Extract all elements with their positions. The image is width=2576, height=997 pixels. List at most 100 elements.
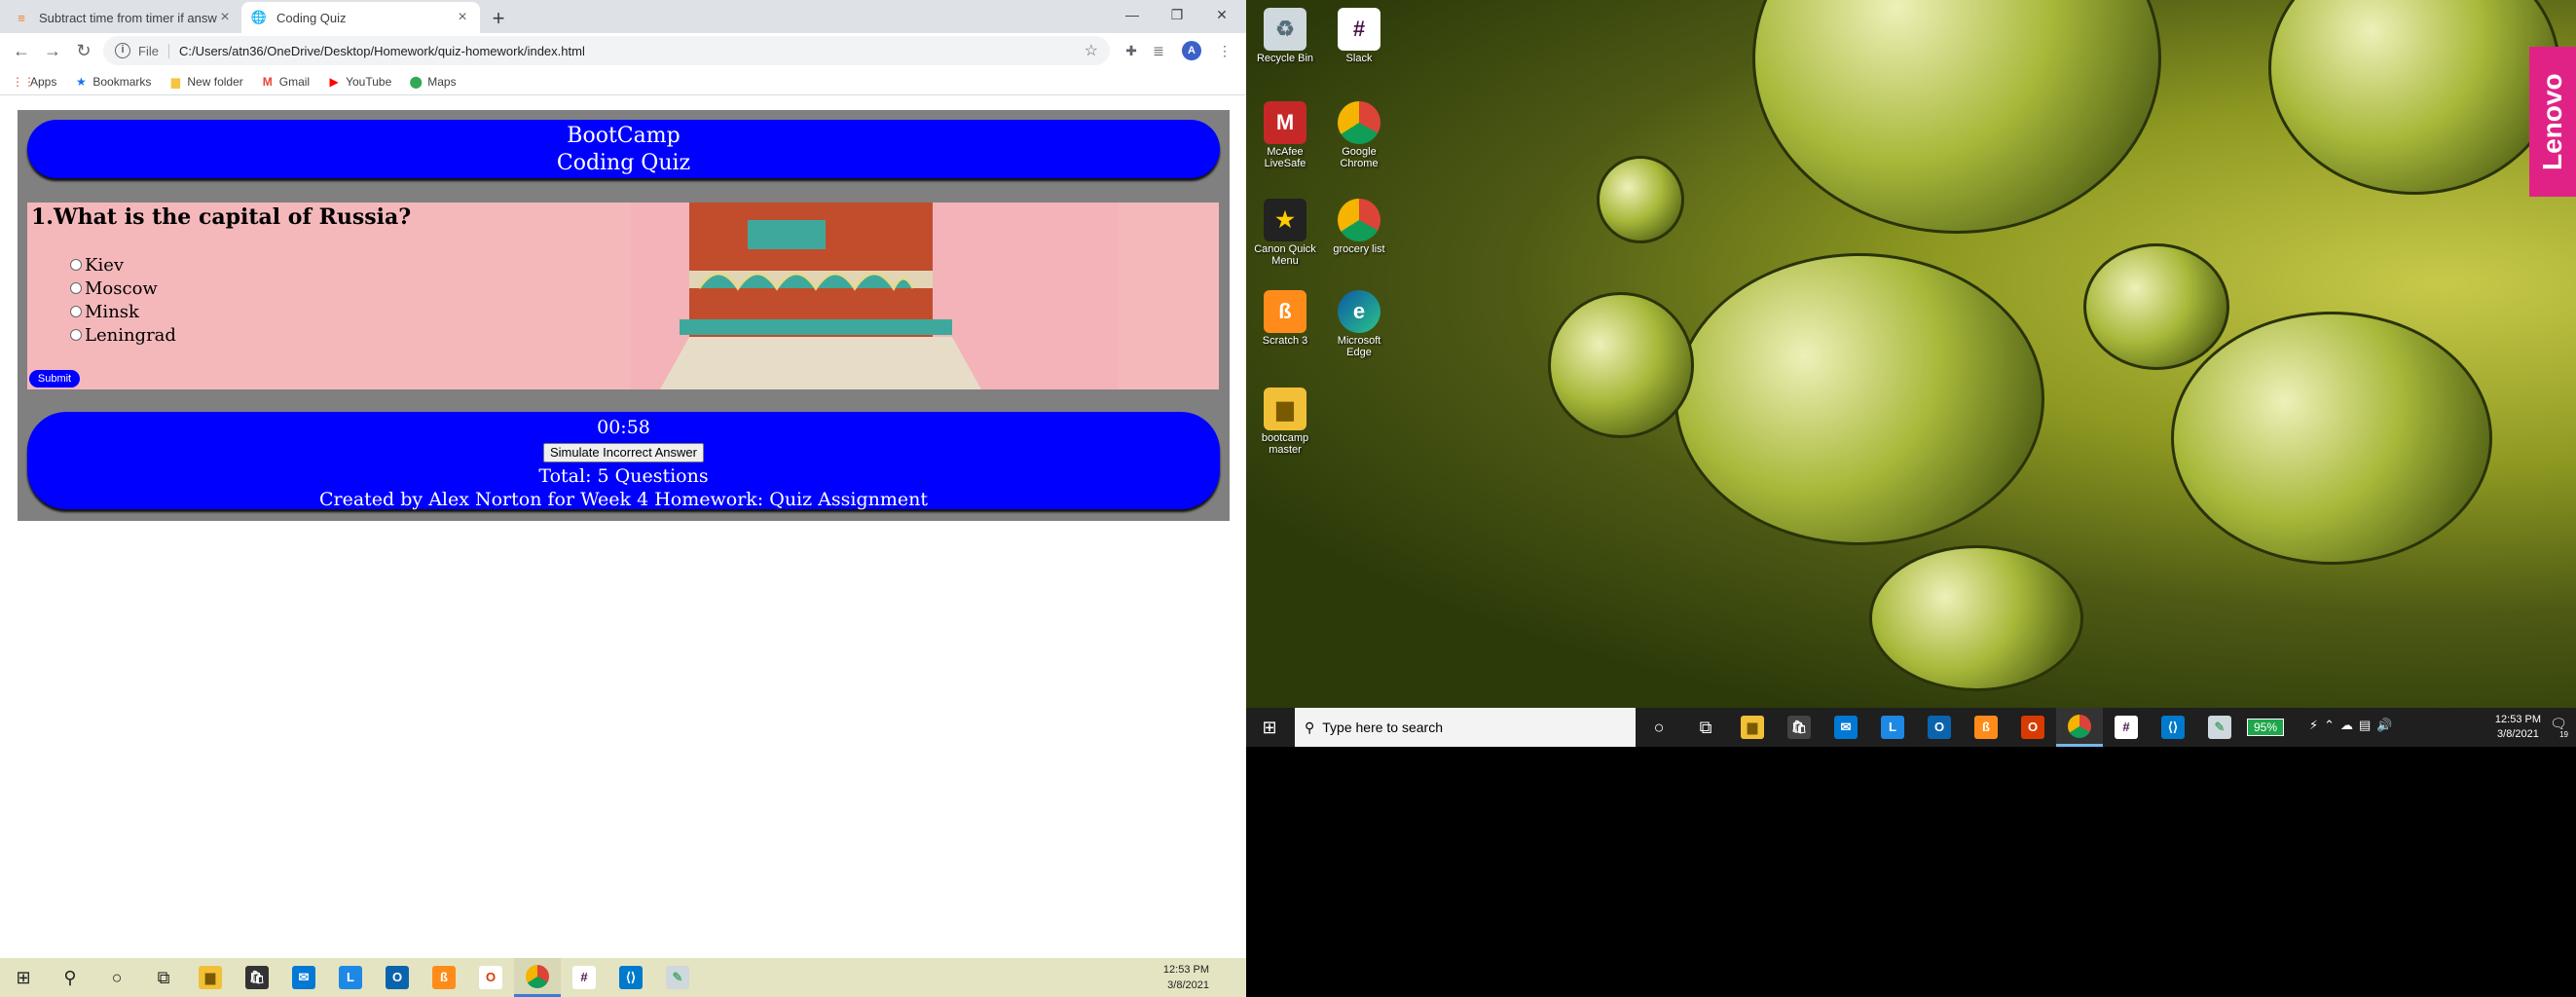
simulate-incorrect-button[interactable]: Simulate Incorrect Answer xyxy=(542,443,704,462)
search-icon[interactable]: ⚲ xyxy=(47,958,93,997)
battery-indicator[interactable]: 95% xyxy=(2247,719,2285,736)
file-explorer-icon[interactable]: ▆ xyxy=(187,958,234,997)
cortana-icon[interactable]: ○ xyxy=(1636,708,1682,747)
paint-icon[interactable]: ✎ xyxy=(2196,708,2243,747)
bookmark-bookmarks[interactable]: ★ Bookmarks xyxy=(74,75,151,89)
mail-icon[interactable]: ✉ xyxy=(280,958,327,997)
store-icon[interactable]: 🛍 xyxy=(1776,708,1822,747)
answer-option[interactable]: Kiev xyxy=(70,253,176,277)
cortana-icon[interactable]: ○ xyxy=(93,958,140,997)
learning-app-icon[interactable]: L xyxy=(1869,708,1916,747)
wallpaper-bubble xyxy=(1752,0,2161,234)
bookmark-maps[interactable]: ⬤ Maps xyxy=(409,75,457,89)
office-icon[interactable]: O xyxy=(467,958,514,997)
question-text: 1.What is the capital of Russia? xyxy=(31,204,412,230)
vscode-icon[interactable]: ⟨⟩ xyxy=(607,958,654,997)
desktop-icon-chrome[interactable]: Google Chrome xyxy=(1324,101,1394,169)
radio-button[interactable] xyxy=(70,282,82,294)
battery-percent: 95% xyxy=(2247,719,2285,736)
radio-button[interactable] xyxy=(70,259,82,271)
taskbar-clock[interactable]: 12:53 PM 3/8/2021 xyxy=(2495,713,2541,742)
desktop-icon-grocery-list[interactable]: grocery list xyxy=(1324,199,1394,255)
quiz-header: BootCamp Coding Quiz xyxy=(27,120,1220,178)
notification-icon[interactable]: 🗨 19 xyxy=(2547,716,2570,739)
answer-label: Leningrad xyxy=(85,324,176,346)
store-icon[interactable]: 🛍 xyxy=(234,958,280,997)
bookmark-star-icon[interactable]: ☆ xyxy=(1085,41,1098,60)
quiz-container: BootCamp Coding Quiz 1.What is the capit… xyxy=(18,110,1230,521)
answer-option[interactable]: Minsk xyxy=(70,300,176,323)
bookmark-youtube[interactable]: ▶ YouTube xyxy=(327,75,391,89)
mail-icon[interactable]: ✉ xyxy=(1822,708,1869,747)
reading-list-icon[interactable]: ≣ xyxy=(1149,41,1168,60)
slack-icon[interactable]: # xyxy=(2103,708,2150,747)
desktop-icon-edge[interactable]: e Microsoft Edge xyxy=(1324,290,1394,358)
slack-icon[interactable]: # xyxy=(561,958,607,997)
extensions-icon[interactable]: ✚ xyxy=(1122,41,1141,60)
kremlin-tower-image xyxy=(631,203,1118,389)
scratch-icon[interactable]: ß xyxy=(1963,708,2009,747)
answer-option[interactable]: Leningrad xyxy=(70,323,176,347)
close-window-button[interactable]: ✕ xyxy=(1199,0,1244,29)
bookmark-new-folder[interactable]: ▆ New folder xyxy=(168,74,243,89)
forward-button[interactable]: → xyxy=(37,37,68,64)
tab-timer-question[interactable]: ≡ Subtract time from timer if answ... × xyxy=(4,2,242,33)
paint-icon[interactable]: ✎ xyxy=(654,958,701,997)
outlook-icon[interactable]: O xyxy=(1916,708,1963,747)
quiz-footer: 00:58 Simulate Incorrect Answer Total: 5… xyxy=(27,412,1220,510)
taskbar-clock[interactable]: 12:53 PM 3/8/2021 xyxy=(1163,962,1209,993)
office-icon[interactable]: O xyxy=(2009,708,2056,747)
close-tab-icon[interactable]: × xyxy=(455,9,470,26)
minimize-button[interactable]: — xyxy=(1110,0,1155,29)
vscode-icon[interactable]: ⟨⟩ xyxy=(2150,708,2196,747)
windows-start-icon[interactable]: ⊞ xyxy=(0,958,47,997)
folder-icon: ▆ xyxy=(170,74,180,89)
windows-start-icon[interactable]: ⊞ xyxy=(1246,708,1293,747)
recycle-bin-icon: ♻ xyxy=(1264,8,1306,51)
notification-count: 19 xyxy=(2559,730,2568,739)
file-explorer-icon[interactable]: ▆ xyxy=(1729,708,1776,747)
site-info-icon[interactable]: i xyxy=(115,43,130,58)
bookmarks-bar: ⋮⋮ Apps ★ Bookmarks ▆ New folder M Gmail ▶ Yo… xyxy=(0,68,1246,95)
url-text: C:/Users/atn36/OneDrive/Desktop/Homework… xyxy=(178,43,585,58)
page-viewport: BootCamp Coding Quiz 1.What is the capit… xyxy=(0,96,1246,956)
task-view-icon[interactable]: ⧉ xyxy=(140,958,187,997)
bookmark-label: Gmail xyxy=(278,74,311,89)
scratch-icon[interactable]: ß xyxy=(421,958,467,997)
wallpaper-bubble xyxy=(2083,243,2229,370)
submit-button[interactable]: Submit xyxy=(29,370,80,388)
edge-icon: e xyxy=(1338,290,1380,333)
desktop-icon-bootcamp-master[interactable]: ▆ bootcamp master xyxy=(1250,388,1320,456)
reload-button[interactable]: ↻ xyxy=(68,37,99,64)
profile-avatar[interactable]: A xyxy=(1182,41,1201,60)
learning-app-icon[interactable]: L xyxy=(327,958,374,997)
desktop-icon-slack[interactable]: # Slack xyxy=(1324,8,1394,64)
chrome-icon xyxy=(1338,101,1380,144)
bookmark-apps[interactable]: ⋮⋮ Apps xyxy=(12,75,56,89)
desktop-icon-recycle-bin[interactable]: ♻ Recycle Bin xyxy=(1250,8,1320,64)
search-placeholder: Type here to search xyxy=(1322,720,1444,735)
restore-button[interactable]: ❐ xyxy=(1155,0,1199,29)
outlook-icon[interactable]: O xyxy=(374,958,421,997)
bookmark-label: New folder xyxy=(187,74,243,89)
tab-coding-quiz[interactable]: 🌐 Coding Quiz × xyxy=(241,2,480,33)
close-tab-icon[interactable]: × xyxy=(217,9,233,26)
chrome-icon[interactable] xyxy=(514,958,561,997)
lenovo-logo: Lenovo xyxy=(2529,47,2576,197)
desktop-icon-mcafee[interactable]: M McAfee LiveSafe xyxy=(1250,101,1320,169)
radio-button[interactable] xyxy=(70,329,82,341)
menu-kebab-icon[interactable]: ⋮ xyxy=(1215,41,1234,60)
back-button[interactable]: ← xyxy=(6,37,37,64)
chrome-icon[interactable] xyxy=(2056,708,2103,747)
system-tray-icons[interactable]: ⚡︎⌃☁▤🔊 xyxy=(2309,718,2399,733)
bookmark-gmail[interactable]: M Gmail xyxy=(261,75,310,89)
radio-button[interactable] xyxy=(70,306,82,317)
desktop-icon-scratch[interactable]: ß Scratch 3 xyxy=(1250,290,1320,347)
new-tab-button[interactable]: + xyxy=(487,6,510,31)
task-view-icon[interactable]: ⧉ xyxy=(1682,708,1729,747)
taskbar-search[interactable]: ⚲ Type here to search xyxy=(1295,708,1636,747)
desktop-icon-canon[interactable]: ★ Canon Quick Menu xyxy=(1250,199,1320,267)
answer-option[interactable]: Moscow xyxy=(70,277,176,300)
address-bar[interactable]: i File C:/Users/atn36/OneDrive/Desktop/H… xyxy=(103,36,1110,65)
wallpaper-bubble xyxy=(1597,156,1684,243)
